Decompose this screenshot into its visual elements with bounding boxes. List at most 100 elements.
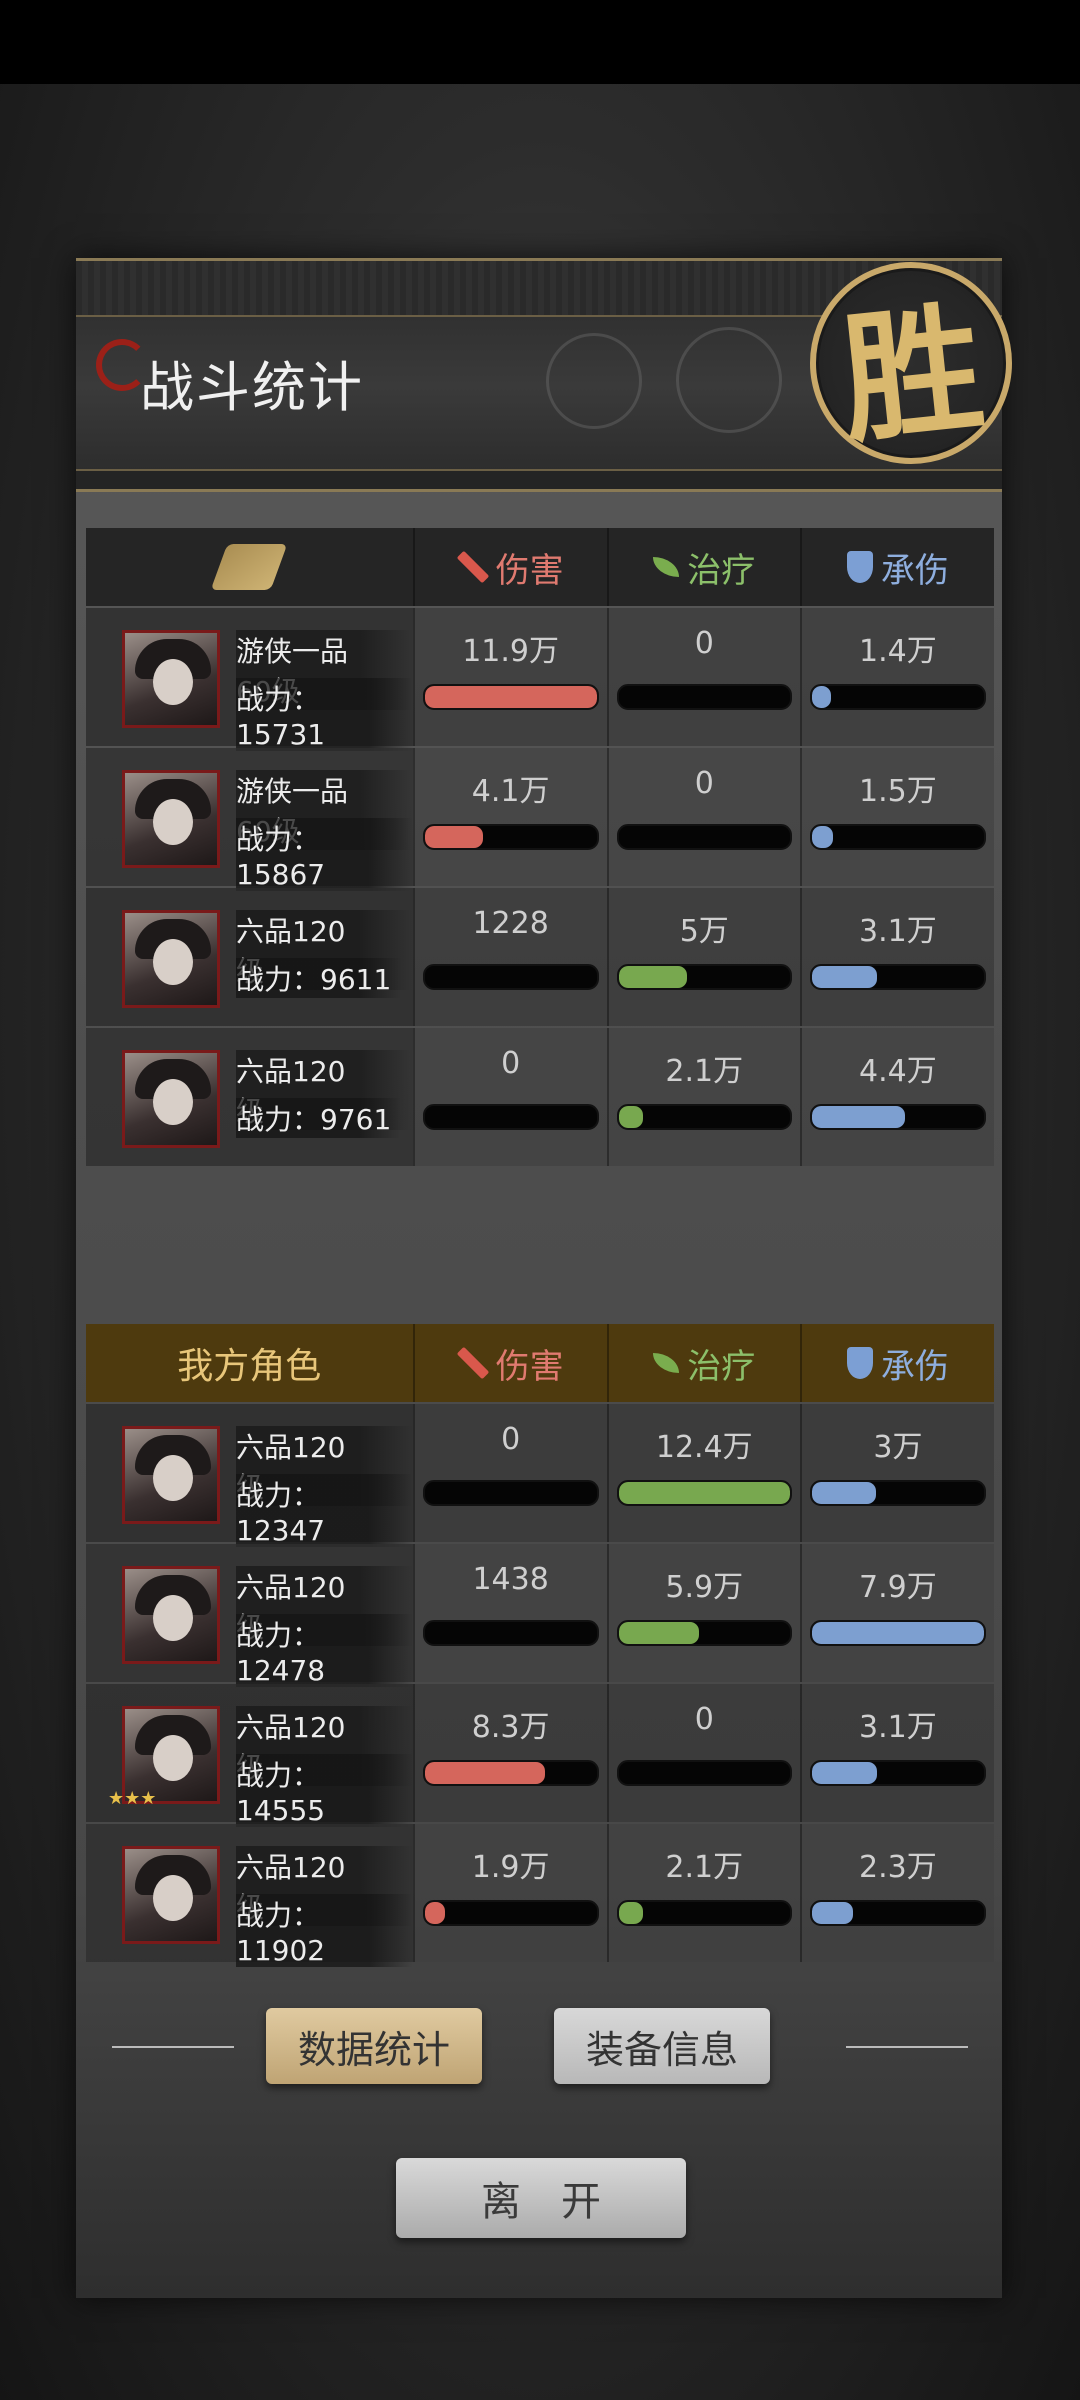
stat-damage-bar — [422, 1900, 599, 1926]
stat-heal-fill — [618, 966, 688, 988]
stat-heal: 0 — [606, 608, 800, 746]
stat-damage: 0 — [412, 1028, 607, 1166]
stat-tank-bar — [809, 964, 986, 990]
sword-icon — [456, 550, 489, 584]
stat-tank-value: 3万 — [873, 1430, 923, 1465]
stat-damage-fill — [424, 1902, 446, 1924]
stat-heal-value: 2.1万 — [665, 1850, 744, 1885]
page-title: 战斗统计 — [140, 356, 364, 419]
stat-heal: 0 — [606, 748, 800, 886]
stat-tank-fill — [811, 686, 831, 708]
character-power: 战力：9761 — [236, 1098, 402, 1138]
stat-tank: 1.4万 — [799, 608, 994, 746]
stat-heal: 5.9万 — [606, 1544, 800, 1682]
stat-damage-value: 4.1万 — [471, 774, 550, 809]
stat-damage-fill — [424, 1762, 546, 1784]
tab-data-stats[interactable]: 数据统计 — [266, 2008, 482, 2084]
header-ornament-bottom — [76, 469, 1002, 489]
stat-heal: 2.1万 — [606, 1824, 800, 1962]
stat-tank: 3万 — [799, 1404, 994, 1542]
stat-heal: 2.1万 — [606, 1028, 800, 1166]
character-power: 战力：9611 — [236, 958, 402, 998]
stat-damage-value: 1.9万 — [471, 1850, 550, 1885]
stat-heal: 5万 — [606, 888, 800, 1026]
stat-heal-bar — [616, 684, 792, 710]
shield-icon — [846, 551, 873, 583]
column-heal: 治疗 — [687, 1346, 756, 1387]
stat-tank-value: 4.4万 — [859, 1054, 937, 1089]
stat-heal-bar — [616, 1104, 792, 1130]
stat-heal-value: 5万 — [679, 914, 729, 949]
stat-tank-bar — [809, 1760, 986, 1786]
stats-row: 游侠一品60级战力：1573111.9万01.4万 — [86, 608, 994, 751]
stat-heal-bar — [616, 824, 792, 850]
stat-tank-fill — [811, 1106, 905, 1128]
stat-damage-value: 0 — [501, 1422, 521, 1457]
column-damage: 伤害 — [495, 1346, 564, 1387]
stat-heal-bar — [616, 1620, 792, 1646]
ally-table-header: 我方角色 伤害 治疗 承伤 — [86, 1324, 994, 1402]
victory-seal-text: 胜 — [834, 286, 991, 464]
divider-right — [846, 2046, 968, 2048]
shield-icon — [846, 1347, 873, 1379]
enemy-table-header: 伤害 治疗 承伤 — [86, 528, 994, 606]
stat-tank-value: 3.1万 — [859, 1710, 937, 1745]
stat-damage-bar — [422, 1480, 599, 1506]
stat-tank-fill — [811, 1762, 878, 1784]
stat-heal-fill — [618, 1622, 700, 1644]
leaf-icon — [653, 1353, 680, 1373]
stat-tank-value: 1.5万 — [859, 774, 937, 809]
stat-tank-value: 1.4万 — [859, 634, 937, 669]
column-tank: 承伤 — [880, 550, 949, 591]
character-avatar[interactable] — [122, 1050, 220, 1148]
stat-tank: 1.5万 — [799, 748, 994, 886]
character-avatar[interactable] — [122, 770, 220, 868]
character-avatar[interactable] — [122, 630, 220, 728]
sword-icon — [456, 1346, 489, 1380]
tab-equipment-info[interactable]: 装备信息 — [554, 2008, 770, 2084]
stat-tank: 3.1万 — [799, 1684, 994, 1822]
stat-heal: 0 — [606, 1684, 800, 1822]
stat-heal-value: 2.1万 — [665, 1054, 744, 1089]
stat-damage: 8.3万 — [412, 1684, 607, 1822]
stat-tank: 3.1万 — [799, 888, 994, 1026]
stat-damage-bar — [422, 824, 599, 850]
stat-tank-value: 7.9万 — [859, 1570, 937, 1605]
leave-button[interactable]: 离开 — [396, 2158, 686, 2238]
character-avatar[interactable] — [122, 1566, 220, 1664]
stat-damage-value: 11.9万 — [462, 634, 560, 669]
stat-damage: 4.1万 — [412, 748, 607, 886]
stat-tank-fill — [811, 1902, 854, 1924]
stat-damage-value: 1228 — [472, 906, 549, 941]
star-rank-icon: ★★★ — [108, 1788, 157, 1809]
character-power: 战力：14555 — [236, 1754, 413, 1827]
character-avatar[interactable] — [122, 1426, 220, 1524]
stat-heal-bar — [616, 1900, 792, 1926]
character-avatar[interactable] — [122, 910, 220, 1008]
ally-header-label: 我方角色 — [177, 1346, 322, 1387]
cloud-ornament-icon — [676, 327, 782, 433]
stat-tank-value: 3.1万 — [859, 914, 937, 949]
stats-row: 六品120级战力：976102.1万4.4万 — [86, 1028, 994, 1166]
stat-tank-bar — [809, 1900, 986, 1926]
character-power: 战力：11902 — [236, 1894, 413, 1967]
column-tank: 承伤 — [880, 1346, 949, 1387]
stat-heal: 12.4万 — [606, 1404, 800, 1542]
stat-heal-value: 0 — [694, 1702, 714, 1737]
stat-damage: 1228 — [412, 888, 607, 1026]
character-power: 战力：12478 — [236, 1614, 413, 1687]
stat-tank-bar — [809, 684, 986, 710]
stat-heal-fill — [618, 1106, 643, 1128]
stat-heal-value: 0 — [694, 626, 714, 661]
stat-tank: 2.3万 — [799, 1824, 994, 1962]
stat-damage: 0 — [412, 1404, 607, 1542]
character-power: 战力：12347 — [236, 1474, 413, 1547]
stat-tank-bar — [809, 1480, 986, 1506]
stat-damage-bar — [422, 1760, 599, 1786]
character-avatar[interactable] — [122, 1846, 220, 1944]
stat-heal-bar — [616, 1480, 792, 1506]
divider-left — [112, 2046, 234, 2048]
stat-heal-fill — [618, 1482, 790, 1504]
stat-heal-value: 12.4万 — [655, 1430, 753, 1465]
cloud-ornament-icon — [546, 333, 642, 429]
